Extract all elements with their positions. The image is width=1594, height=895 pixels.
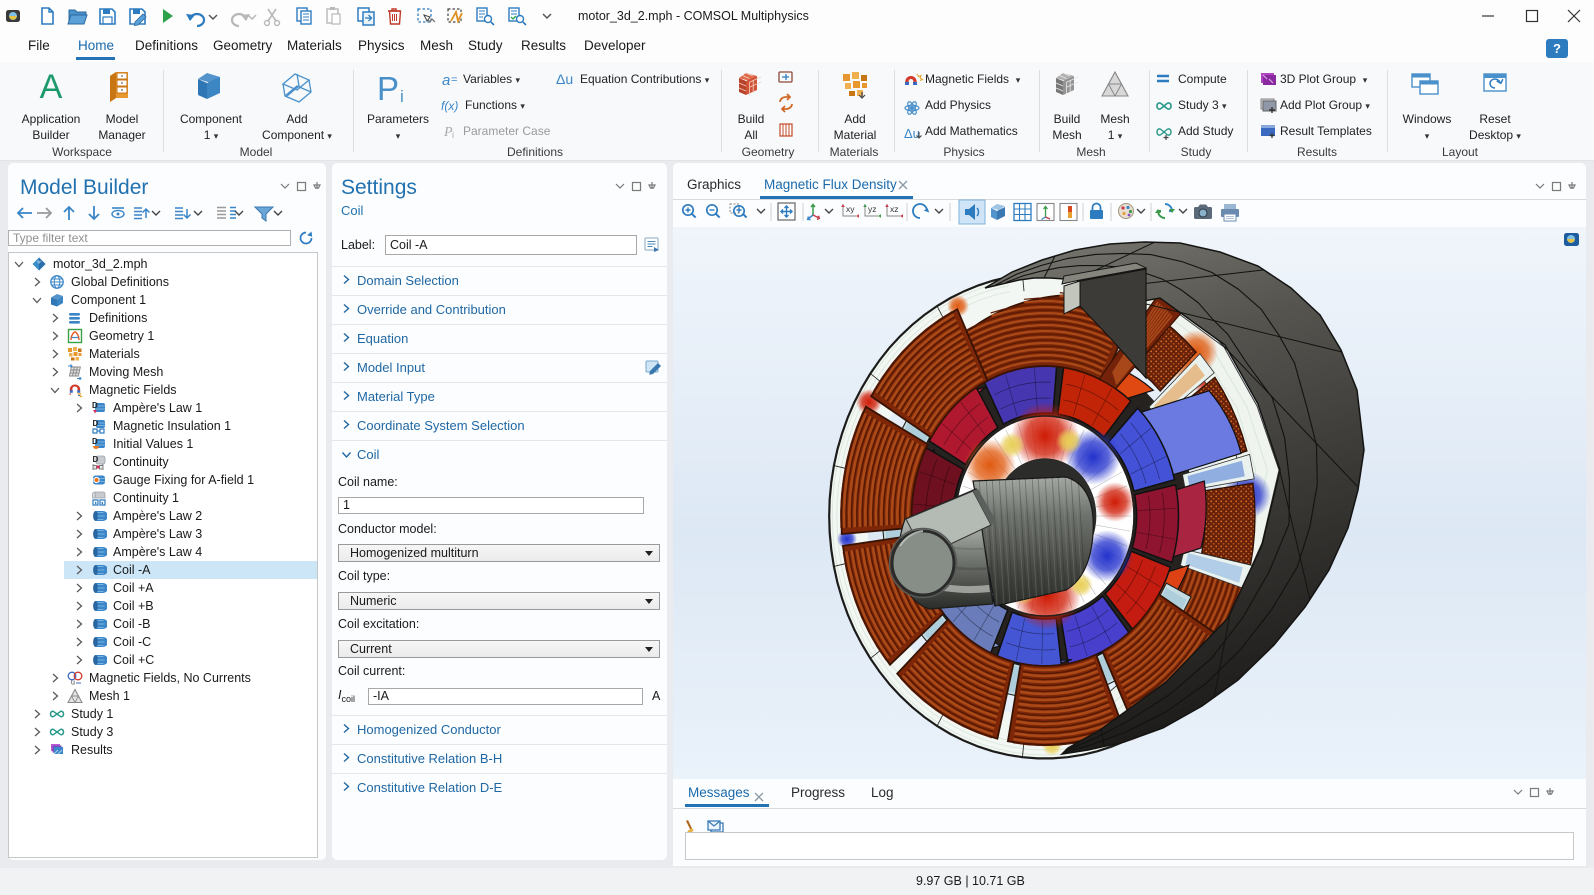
svg-text:P: P — [377, 70, 399, 107]
svg-text:f(x): f(x) — [441, 99, 458, 113]
svg-text:xy: xy — [846, 204, 855, 214]
svg-text:u: u — [71, 680, 75, 687]
svg-text:i: i — [400, 87, 404, 106]
svg-text:Δu: Δu — [556, 71, 573, 87]
svg-text:yz: yz — [868, 204, 877, 214]
svg-text:D: D — [93, 455, 99, 464]
svg-text:a: a — [442, 72, 450, 89]
svg-text:D: D — [92, 401, 98, 410]
svg-text:A: A — [40, 68, 63, 106]
svg-text:=: = — [451, 74, 457, 86]
svg-text:Δu: Δu — [904, 126, 920, 141]
svg-text:xz: xz — [890, 204, 899, 214]
svg-text:D: D — [93, 419, 99, 428]
svg-text:D: D — [92, 437, 98, 446]
svg-text:i: i — [452, 130, 454, 140]
